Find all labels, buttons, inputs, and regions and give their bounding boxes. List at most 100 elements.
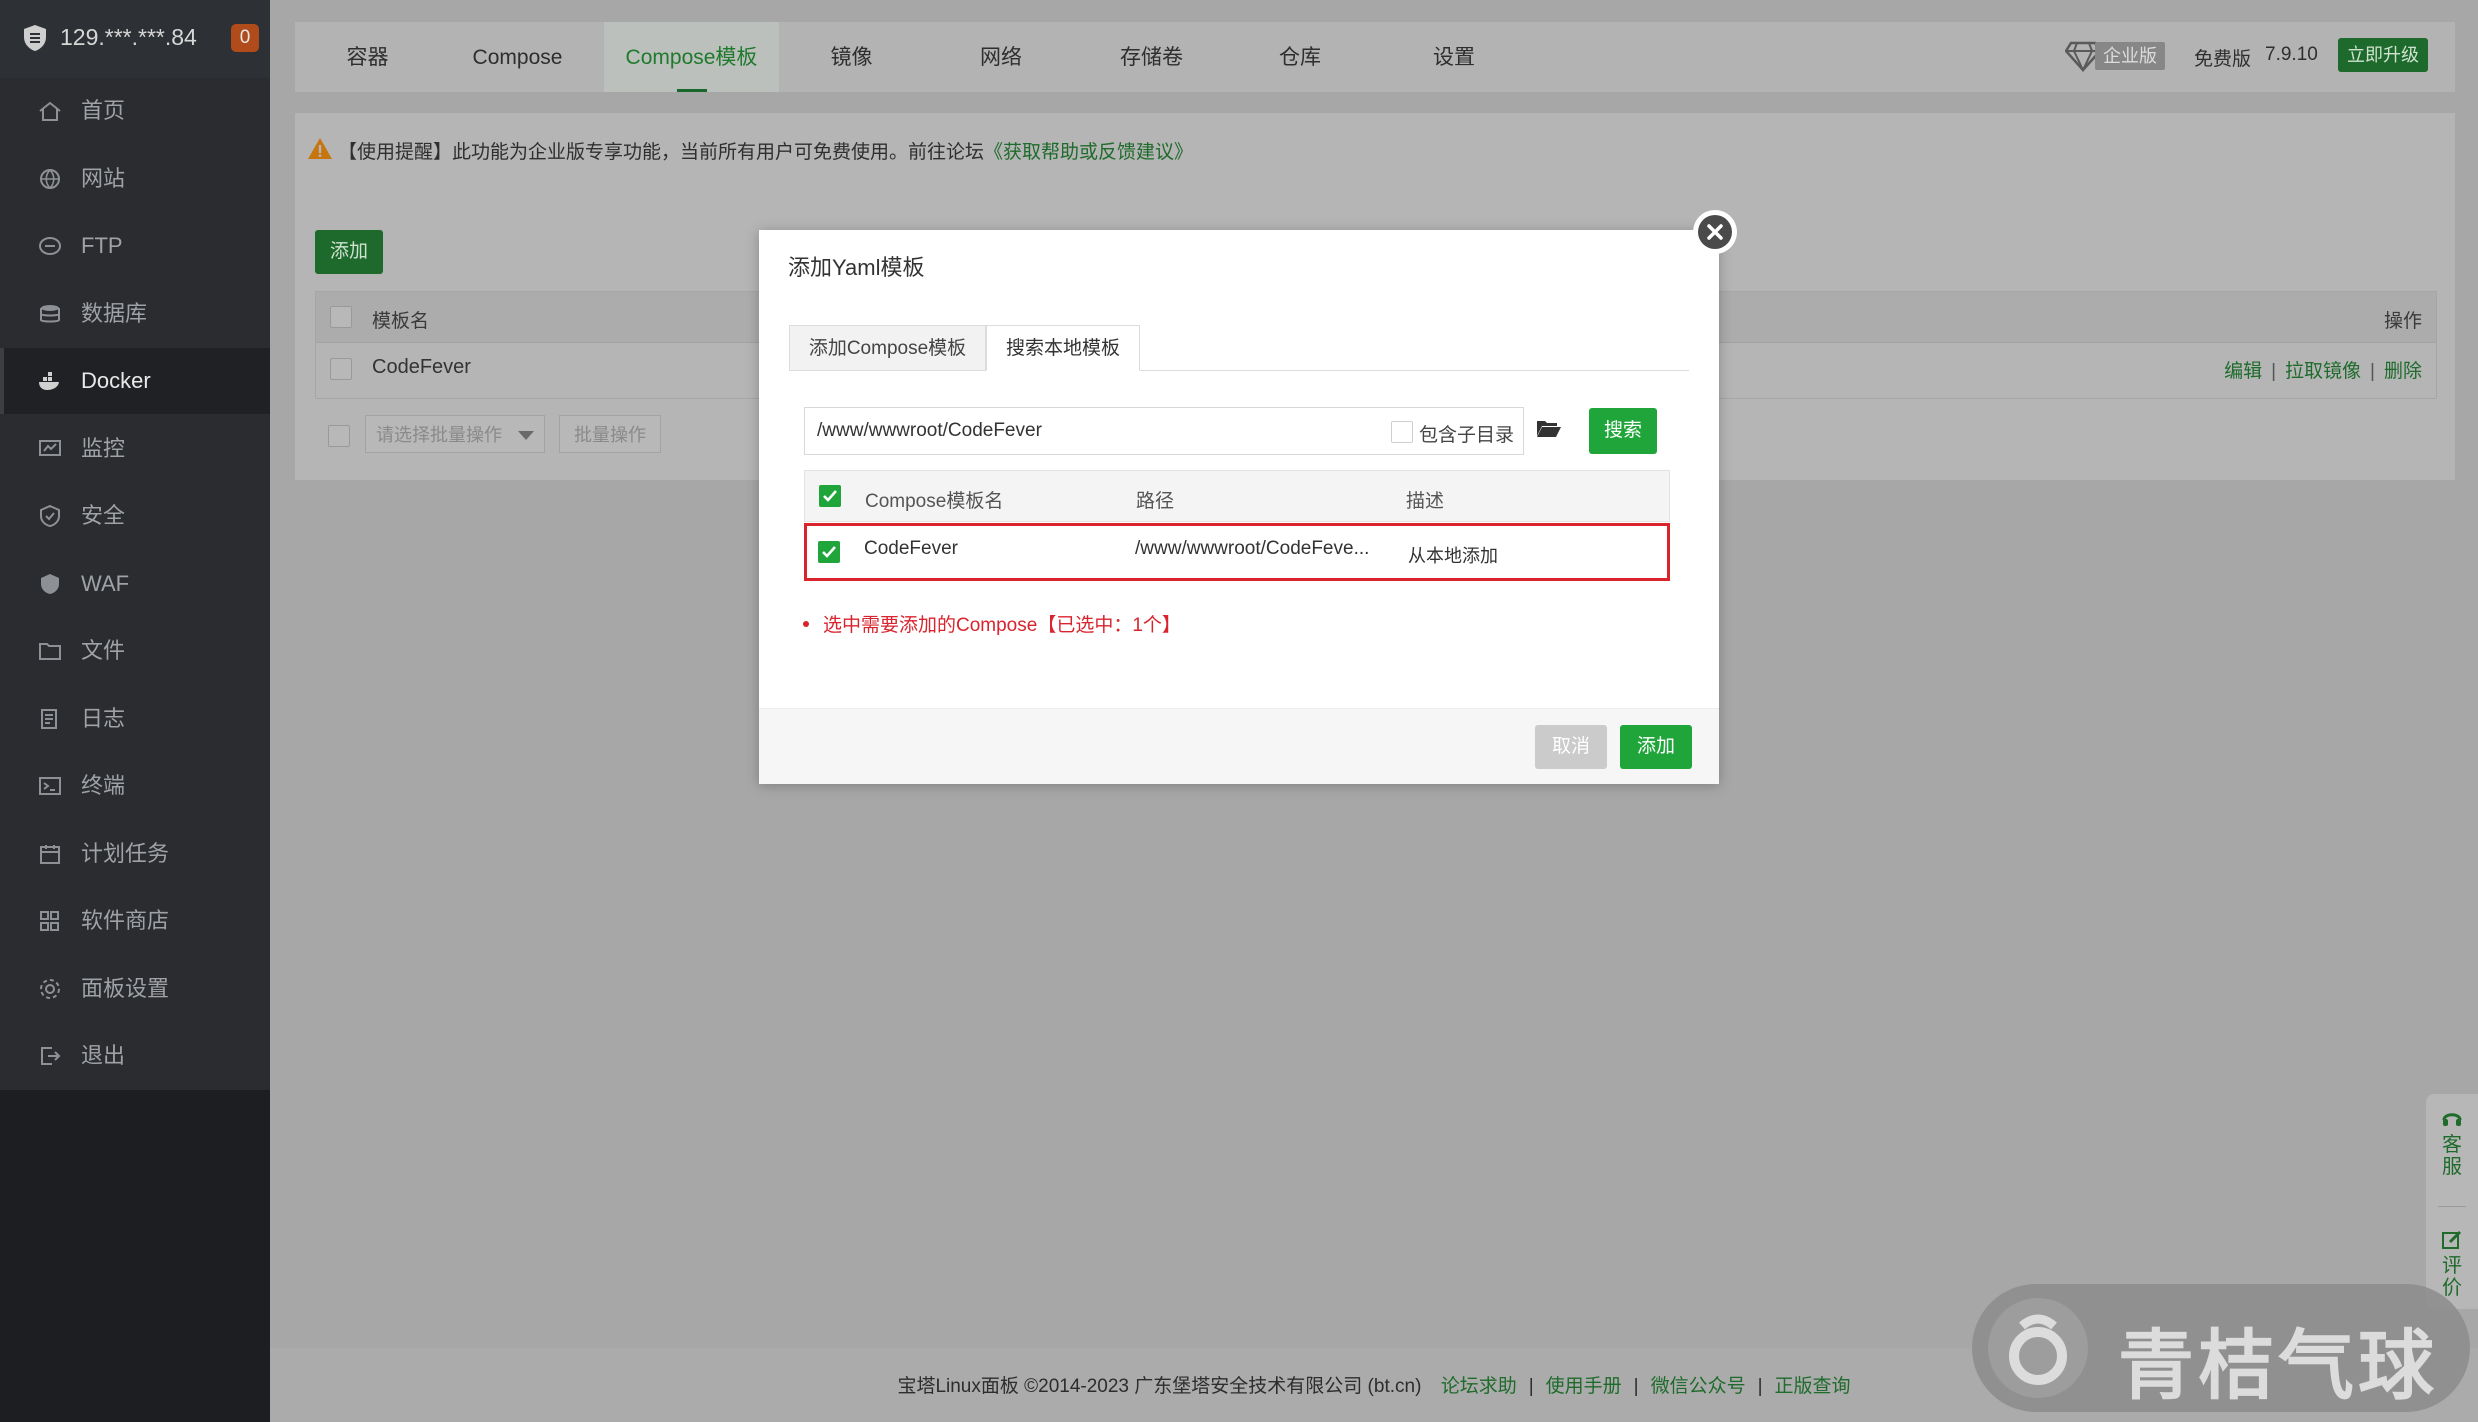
separator: | bbox=[2271, 361, 2277, 382]
sidebar-item-label: 计划任务 bbox=[81, 840, 170, 866]
globe-icon bbox=[40, 168, 60, 189]
sidebar-item-label: 安全 bbox=[81, 503, 126, 528]
template-row-name: CodeFever bbox=[372, 356, 471, 378]
folder-open-icon[interactable] bbox=[1536, 418, 1562, 438]
close-icon bbox=[1698, 215, 1732, 249]
batch-select-placeholder: 请选择批量操作 bbox=[376, 425, 502, 445]
apps-icon bbox=[40, 911, 59, 931]
forum-help-link[interactable]: 论坛求助 bbox=[1441, 1376, 1517, 1397]
select-all-checkbox[interactable] bbox=[330, 306, 352, 328]
sidebar-item-5[interactable]: 监控 bbox=[0, 416, 270, 482]
notice-message: 【使用提醒】此功能为企业版专享功能，当前所有用户可免费使用。前往论坛 bbox=[338, 142, 985, 163]
sidebar-item-2[interactable]: FTP bbox=[0, 213, 270, 279]
sidebar-item-14[interactable]: 退出 bbox=[0, 1023, 270, 1089]
sidebar-item-label: 终端 bbox=[81, 773, 126, 798]
bullet-dot bbox=[803, 620, 809, 627]
batch-operation-button[interactable]: 批量操作 bbox=[559, 415, 661, 453]
sidebar-item-label: 数据库 bbox=[81, 300, 148, 326]
result-description: 从本地添加 bbox=[1408, 546, 1498, 566]
dialog-title: 添加Yaml模板 bbox=[788, 255, 925, 280]
tab-1[interactable]: Compose bbox=[440, 22, 595, 92]
monitor-icon bbox=[39, 439, 61, 456]
path-input[interactable]: /www/wwwroot/CodeFever 包含子目录 bbox=[804, 407, 1524, 455]
pull-image-link[interactable]: 拉取镜像 bbox=[2285, 361, 2361, 382]
sidebar-item-label: 软件商店 bbox=[81, 908, 170, 933]
sidebar-item-11[interactable]: 计划任务 bbox=[0, 821, 270, 887]
enterprise-label: 企业版 bbox=[2095, 42, 2165, 70]
sidebar-item-4[interactable]: Docker bbox=[0, 348, 270, 414]
docker-icon bbox=[39, 372, 59, 390]
sidebar-item-10[interactable]: 终端 bbox=[0, 753, 270, 819]
warning-icon bbox=[308, 138, 332, 159]
sidebar-item-label: 文件 bbox=[81, 638, 126, 663]
sidebar-item-8[interactable]: 文件 bbox=[0, 618, 270, 684]
server-header[interactable]: 129.***.***.84 0 bbox=[0, 0, 270, 78]
cancel-button[interactable]: 取消 bbox=[1535, 725, 1607, 769]
separator: | bbox=[1633, 1376, 1639, 1397]
column-operations: 操作 bbox=[2383, 311, 2422, 332]
license-check-link[interactable]: 正版查询 bbox=[1775, 1376, 1851, 1397]
help-feedback-link[interactable]: 《获取帮助或反馈建议》 bbox=[984, 142, 1193, 163]
tab-3[interactable]: 镜像 bbox=[779, 22, 924, 92]
tab-6[interactable]: 仓库 bbox=[1225, 22, 1375, 92]
sidebar-item-12[interactable]: 软件商店 bbox=[0, 888, 270, 954]
customer-service-button[interactable]: 客服 bbox=[2426, 1108, 2478, 1178]
dialog-footer: 取消 添加 bbox=[759, 708, 1719, 784]
notification-badge[interactable]: 0 bbox=[231, 24, 259, 52]
sidebar-item-7[interactable]: WAF bbox=[0, 551, 270, 617]
include-subdir-label: 包含子目录 bbox=[1419, 425, 1515, 446]
wechat-link[interactable]: 微信公众号 bbox=[1651, 1376, 1746, 1397]
home-icon bbox=[39, 101, 61, 121]
watermark-logo-icon bbox=[1988, 1298, 2088, 1398]
result-table: Compose模板名 路径 描述 CodeFever /www/wwwroot/… bbox=[804, 470, 1670, 581]
batch-checkbox[interactable] bbox=[328, 425, 350, 447]
review-label: 评价 bbox=[2442, 1255, 2462, 1299]
sidebar-item-1[interactable]: 网站 bbox=[0, 146, 270, 212]
database-icon bbox=[40, 304, 60, 322]
log-icon bbox=[41, 708, 57, 729]
manual-link[interactable]: 使用手册 bbox=[1546, 1376, 1622, 1397]
row-checkbox[interactable] bbox=[330, 358, 352, 380]
selection-hint-text: 选中需要添加的Compose【已选中：1个】 bbox=[823, 615, 1181, 636]
sidebar-item-13[interactable]: 面板设置 bbox=[0, 956, 270, 1022]
tab-add-compose-template[interactable]: 添加Compose模板 bbox=[789, 325, 986, 370]
edit-link[interactable]: 编辑 bbox=[2224, 361, 2262, 382]
separator: | bbox=[2370, 361, 2375, 382]
shield-check-icon bbox=[40, 505, 60, 527]
sidebar-item-0[interactable]: 首页 bbox=[0, 78, 270, 144]
tab-4[interactable]: 网络 bbox=[926, 22, 1076, 92]
sidebar-item-label: 日志 bbox=[81, 705, 126, 731]
result-row[interactable]: CodeFever /www/wwwroot/CodeFeve... 从本地添加 bbox=[804, 523, 1670, 581]
select-all-result-checkbox[interactable] bbox=[819, 485, 841, 507]
tab-search-local-template[interactable]: 搜索本地模板 bbox=[986, 325, 1140, 371]
server-shield-icon bbox=[24, 25, 46, 51]
docker-top-tabs: 容器 Compose Compose模板 镜像 网络 存储卷 仓库 设置 企业版 免费版 7.… bbox=[295, 22, 2455, 92]
side-float-panel: 客服 评价 bbox=[2426, 1094, 2478, 1309]
sidebar-item-9[interactable]: 日志 bbox=[0, 686, 270, 752]
tab-5[interactable]: 存储卷 bbox=[1074, 22, 1229, 92]
close-button[interactable] bbox=[1693, 210, 1737, 254]
upgrade-button[interactable]: 立即升级 bbox=[2338, 38, 2428, 72]
batch-operation-select[interactable]: 请选择批量操作 bbox=[365, 415, 545, 453]
sidebar-item-label: 首页 bbox=[81, 98, 126, 123]
copyright-text: 宝塔Linux面板 ©2014-2023 广东堡塔安全技术有限公司 (bt.cn… bbox=[897, 1376, 1422, 1397]
tab-0[interactable]: 容器 bbox=[295, 22, 440, 92]
notice-text: 【使用提醒】此功能为企业版专享功能，当前所有用户可免费使用。前往论坛《获取帮助或… bbox=[338, 137, 1193, 164]
column-path: 路径 bbox=[1136, 491, 1175, 512]
edit-icon bbox=[2442, 1230, 2462, 1249]
search-button[interactable]: 搜索 bbox=[1589, 408, 1657, 454]
confirm-add-button[interactable]: 添加 bbox=[1620, 725, 1692, 769]
sidebar-item-6[interactable]: 安全 bbox=[0, 483, 270, 549]
result-row-checkbox[interactable] bbox=[818, 541, 840, 563]
dialog-tabs: 添加Compose模板 搜索本地模板 bbox=[789, 325, 1689, 371]
sidebar-item-label: 网站 bbox=[81, 165, 126, 191]
sidebar-item-3[interactable]: 数据库 bbox=[0, 281, 270, 347]
include-subdir-checkbox[interactable] bbox=[1391, 421, 1413, 443]
terminal-icon bbox=[39, 777, 61, 795]
delete-link[interactable]: 删除 bbox=[2384, 361, 2422, 382]
add-template-button[interactable]: 添加 bbox=[315, 230, 383, 274]
review-button[interactable]: 评价 bbox=[2426, 1229, 2478, 1299]
add-yaml-template-dialog: 添加Yaml模板 添加Compose模板 搜索本地模板 /www/wwwroot… bbox=[759, 210, 1737, 784]
tab-7[interactable]: 设置 bbox=[1379, 22, 1529, 92]
tab-2[interactable]: Compose模板 bbox=[604, 22, 779, 92]
